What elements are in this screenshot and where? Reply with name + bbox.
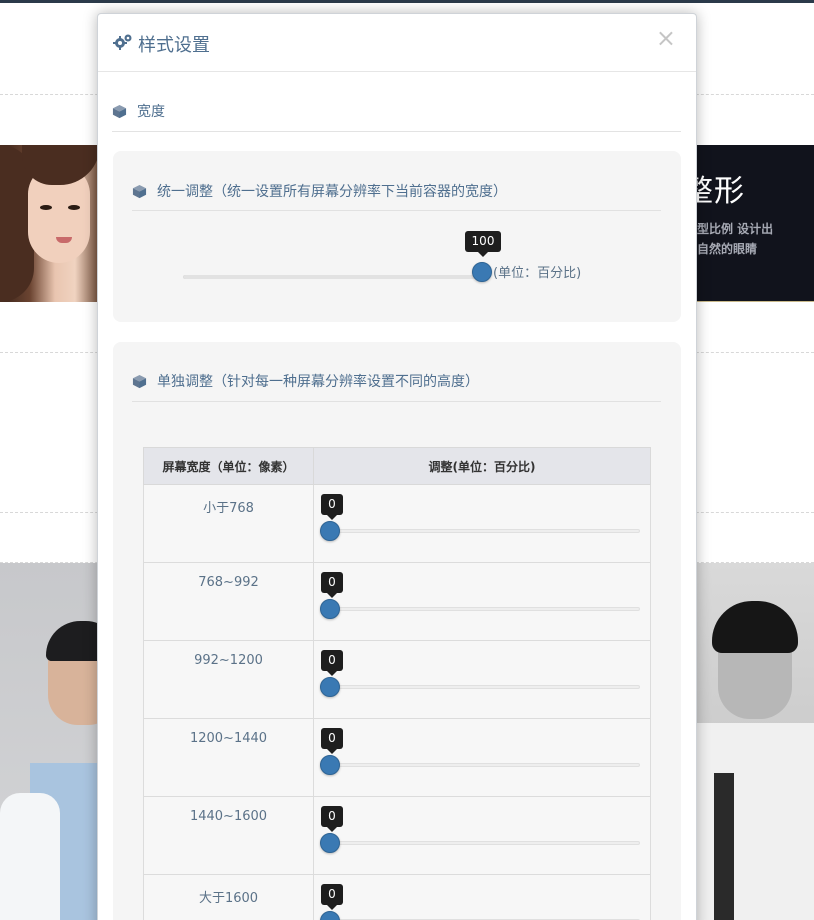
cube-icon — [112, 104, 127, 123]
slider-value-tooltip: 0 — [321, 650, 343, 676]
slider-handle[interactable] — [320, 521, 340, 541]
banner-model-photo — [0, 145, 100, 302]
heading-text: 单独调整（针对每一种屏幕分辨率设置不同的高度） — [157, 374, 479, 390]
dialog-title: 样式设置 — [113, 31, 210, 57]
adjust-cell: 0 — [313, 640, 651, 719]
table-row: 1200~1440 0 — [143, 718, 651, 797]
individual-adjust-panel: 单独调整（针对每一种屏幕分辨率设置不同的高度） 屏幕宽度（单位：像素） 调整(单… — [113, 342, 681, 920]
table-header-row: 屏幕宽度（单位：像素） 调整(单位：百分比) — [143, 447, 651, 485]
slider-handle[interactable] — [320, 599, 340, 619]
slider-track[interactable] — [330, 529, 640, 533]
slider-value-tooltip: 0 — [321, 572, 343, 598]
resolution-cell: 1440~1600 — [143, 796, 314, 875]
slider-value-tooltip: 0 — [321, 806, 343, 832]
close-icon[interactable]: × — [656, 26, 676, 50]
dialog-title-text: 样式设置 — [138, 35, 210, 56]
adjust-cell: 0 — [313, 874, 651, 920]
column-header-adjust: 调整(单位：百分比) — [313, 447, 651, 485]
unified-adjust-panel: 统一调整（统一设置所有屏幕分辨率下当前容器的宽度） 100 (单位：百分比) — [113, 151, 681, 322]
slider-track[interactable] — [330, 841, 640, 845]
resolution-cell: 768~992 — [143, 562, 314, 641]
slider-handle[interactable] — [472, 262, 492, 282]
row-width-slider[interactable]: 0 — [320, 875, 640, 920]
width-section-heading: 宽度 — [112, 104, 681, 132]
resolution-cell: 大于1600 — [143, 874, 314, 920]
row-width-slider[interactable]: 0 — [320, 563, 640, 641]
slider-handle[interactable] — [320, 755, 340, 775]
resolution-cell: 小于768 — [143, 484, 314, 563]
doctor-photo — [696, 563, 814, 920]
slider-track[interactable] — [330, 685, 640, 689]
column-header-resolution: 屏幕宽度（单位：像素） — [143, 447, 314, 485]
cube-icon — [132, 374, 147, 393]
slider-track[interactable] — [330, 763, 640, 767]
banner-text: 型比例 设计出 — [697, 222, 774, 236]
adjust-cell: 0 — [313, 718, 651, 797]
individual-adjust-heading: 单独调整（针对每一种屏幕分辨率设置不同的高度） — [132, 374, 661, 402]
banner-text: 自然的眼睛 — [697, 242, 758, 256]
table-row: 小于768 0 — [143, 484, 651, 563]
section-title: 宽度 — [137, 104, 165, 120]
unit-label: (单位：百分比) — [493, 266, 582, 281]
slider-handle[interactable] — [320, 911, 340, 920]
row-width-slider[interactable]: 0 — [320, 641, 640, 719]
style-settings-dialog: 样式设置 × 宽度 统一调整（统一设置所有屏幕分辨率下当前容器的宽度） 100 … — [97, 13, 697, 920]
top-bar — [0, 0, 814, 3]
row-width-slider[interactable]: 0 — [320, 719, 640, 797]
slider-handle[interactable] — [320, 677, 340, 697]
adjust-cell: 0 — [313, 796, 651, 875]
unified-adjust-heading: 统一调整（统一设置所有屏幕分辨率下当前容器的宽度） — [132, 184, 661, 211]
slider-track[interactable] — [330, 607, 640, 611]
resolution-cell: 992~1200 — [143, 640, 314, 719]
gears-icon — [113, 33, 133, 55]
slider-value-tooltip: 100 — [465, 231, 501, 257]
resolution-table: 屏幕宽度（单位：像素） 调整(单位：百分比) 小于768 0 768~992 0… — [143, 447, 651, 920]
adjust-cell: 0 — [313, 484, 651, 563]
resolution-cell: 1200~1440 — [143, 718, 314, 797]
table-row: 1440~1600 0 — [143, 796, 651, 875]
slider-fill — [184, 275, 484, 279]
cube-icon — [132, 184, 147, 203]
heading-text: 统一调整（统一设置所有屏幕分辨率下当前容器的宽度） — [157, 184, 507, 200]
row-width-slider[interactable]: 0 — [320, 485, 640, 563]
slider-value-tooltip: 0 — [321, 728, 343, 754]
dialog-header: 样式设置 × — [98, 14, 696, 72]
slider-value-tooltip: 0 — [321, 884, 343, 910]
table-row: 大于1600 0 — [143, 874, 651, 920]
row-width-slider[interactable]: 0 — [320, 797, 640, 875]
slider-value-tooltip: 0 — [321, 494, 343, 520]
table-row: 768~992 0 — [143, 562, 651, 641]
adjust-cell: 0 — [313, 562, 651, 641]
doctor-photo — [0, 563, 100, 920]
slider-track[interactable] — [183, 275, 484, 279]
slider-handle[interactable] — [320, 833, 340, 853]
table-row: 992~1200 0 — [143, 640, 651, 719]
